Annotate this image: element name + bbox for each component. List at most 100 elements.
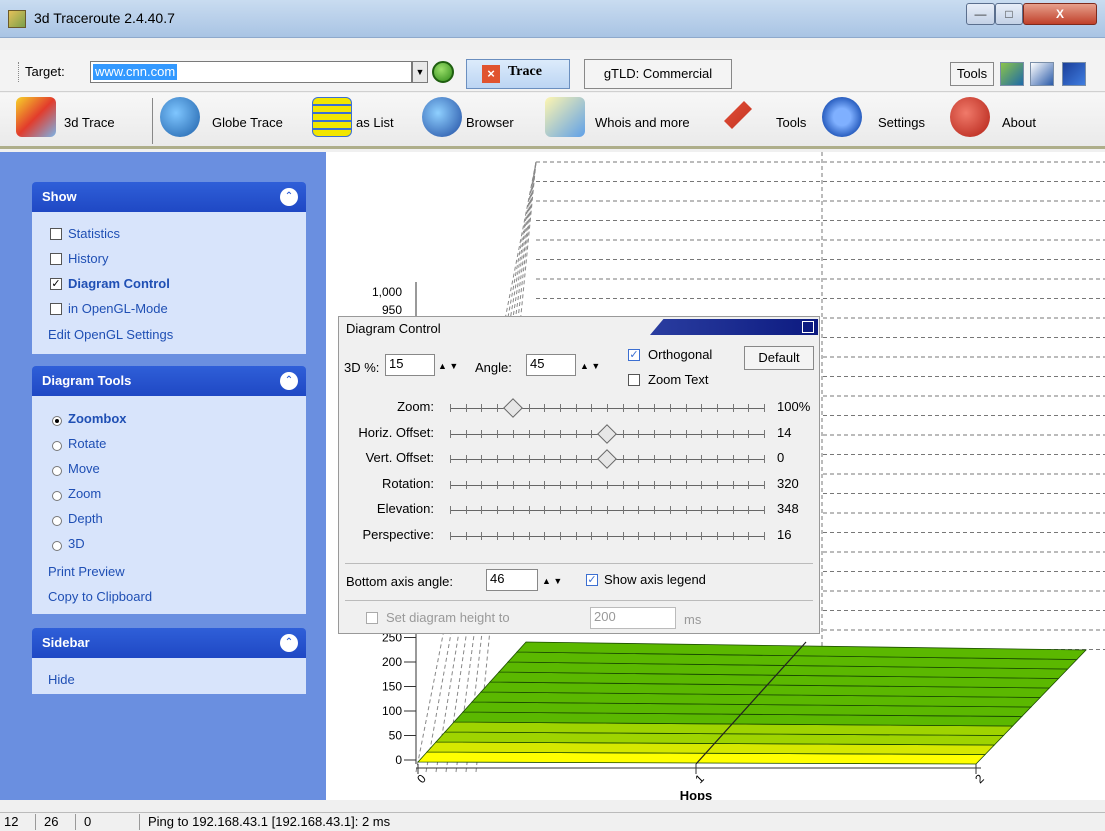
history-label[interactable]: History — [68, 251, 108, 266]
bottom-axis-input[interactable]: 46 — [486, 569, 538, 591]
slider-track[interactable] — [450, 502, 765, 518]
chevron-down-icon[interactable]: ▼ — [412, 61, 428, 83]
depth-radio[interactable] — [52, 516, 62, 526]
collapse-icon[interactable]: ⌃ — [280, 372, 298, 390]
network-icon[interactable] — [1000, 62, 1024, 86]
y-tick-label: 50 — [389, 729, 403, 743]
spinner-arrows-icon[interactable]: ▲ ▼ — [438, 361, 458, 371]
x-tick-label: 1 — [692, 771, 707, 786]
copy-clipboard-link[interactable]: Copy to Clipboard — [48, 589, 152, 604]
depth-label[interactable]: Depth — [68, 511, 103, 526]
close-button[interactable]: X — [1023, 3, 1097, 25]
toolbar-globe-trace[interactable]: Globe Trace — [212, 115, 283, 130]
slider-track[interactable] — [450, 449, 765, 469]
diagram-control-checkbox[interactable]: ✓ — [50, 278, 62, 290]
statistics-checkbox[interactable] — [50, 228, 62, 240]
slider-thumb[interactable] — [597, 449, 617, 469]
slider-value: 320 — [777, 475, 799, 491]
toolbar-grip[interactable] — [18, 62, 20, 82]
zoom-text-label[interactable]: Zoom Text — [648, 372, 708, 387]
go-icon[interactable] — [432, 61, 454, 83]
slider-track[interactable] — [450, 528, 765, 544]
toolbar-whois[interactable]: Whois and more — [595, 115, 690, 130]
3d-radio[interactable] — [52, 541, 62, 551]
trace-button-label: Trace — [508, 64, 542, 79]
list-icon[interactable] — [312, 97, 352, 137]
browser-icon[interactable] — [422, 97, 462, 137]
move-radio[interactable] — [52, 466, 62, 476]
edit-opengl-link[interactable]: Edit OpenGL Settings — [48, 327, 173, 342]
info-icon[interactable] — [950, 97, 990, 137]
show-legend-label[interactable]: Show axis legend — [604, 572, 706, 587]
windows-icon[interactable] — [1030, 62, 1054, 86]
gtld-button[interactable]: gTLD: Commercial — [584, 59, 732, 89]
statistics-label[interactable]: Statistics — [68, 226, 120, 241]
set-height-label: Set diagram height to — [386, 610, 510, 625]
zoom-text-checkbox[interactable] — [628, 374, 640, 386]
3d-pct-input[interactable]: 15 — [385, 354, 435, 376]
collapse-icon[interactable]: ⌃ — [280, 188, 298, 206]
target-input-value[interactable]: www.cnn.com — [93, 64, 178, 80]
toolbar-as-list[interactable]: as List — [356, 115, 394, 130]
hide-sidebar-link[interactable]: Hide — [48, 672, 75, 687]
toolbar-about[interactable]: About — [1002, 115, 1036, 130]
sidebar-panel-header[interactable]: Sidebar ⌃ — [32, 628, 306, 658]
window-title: 3d Traceroute 2.4.40.7 — [34, 10, 175, 26]
toolbar-tools[interactable]: Tools — [776, 115, 806, 130]
orthogonal-checkbox[interactable]: ✓ — [628, 349, 640, 361]
slider-value: 16 — [777, 526, 792, 542]
toolbar-3d-trace[interactable]: 3d Trace — [64, 115, 115, 130]
tile-icon[interactable] — [1062, 62, 1086, 86]
maximize-button[interactable]: □ — [995, 3, 1023, 25]
chart-surface — [417, 641, 1087, 765]
show-legend-checkbox[interactable]: ✓ — [586, 574, 598, 586]
move-label[interactable]: Move — [68, 461, 100, 476]
show-panel-header[interactable]: Show ⌃ — [32, 182, 306, 212]
rotate-label[interactable]: Rotate — [68, 436, 106, 451]
collapse-icon[interactable]: ⌃ — [280, 634, 298, 652]
close-icon[interactable] — [802, 321, 814, 333]
status-cell-2: 26 — [40, 814, 76, 830]
diagram-tools-header[interactable]: Diagram Tools ⌃ — [32, 366, 306, 396]
slider-value: 0 — [777, 450, 785, 465]
rotate-radio[interactable] — [52, 441, 62, 451]
3d-trace-icon[interactable] — [16, 97, 56, 137]
divider — [345, 600, 813, 601]
set-height-checkbox[interactable] — [366, 612, 378, 624]
3d-label[interactable]: 3D — [68, 536, 85, 551]
zoombox-radio[interactable] — [52, 416, 62, 426]
slider-thumb[interactable] — [597, 423, 617, 444]
slider-thumb[interactable] — [502, 398, 523, 418]
default-button[interactable]: Default — [744, 346, 814, 370]
zoom-radio[interactable] — [52, 491, 62, 501]
minimize-button[interactable]: — — [966, 3, 995, 25]
orthogonal-label[interactable]: Orthogonal — [648, 347, 712, 362]
diagram-control-label[interactable]: Diagram Control — [68, 276, 170, 291]
angle-label: Angle: — [475, 360, 512, 375]
diagram-tools-title: Diagram Tools — [42, 373, 132, 388]
whois-icon[interactable] — [545, 97, 585, 137]
tools-small-button[interactable]: Tools — [950, 62, 994, 86]
opengl-checkbox[interactable] — [50, 303, 62, 315]
y-tick-label: 100 — [382, 704, 402, 718]
y-tick-label: 200 — [382, 655, 402, 669]
gear-icon[interactable] — [822, 97, 862, 137]
zoom-label[interactable]: Zoom — [68, 486, 101, 501]
zoombox-label[interactable]: Zoombox — [68, 411, 127, 426]
status-message: Ping to 192.168.43.1 [192.168.43.1]: 2 m… — [148, 814, 391, 829]
spinner-arrows-icon[interactable]: ▲ ▼ — [542, 576, 562, 586]
slider-track[interactable] — [450, 477, 765, 493]
spinner-arrows-icon[interactable]: ▲ ▼ — [580, 361, 600, 371]
toolbar-settings[interactable]: Settings — [878, 115, 925, 130]
height-input[interactable]: 200 — [590, 607, 676, 629]
globe-icon[interactable] — [160, 97, 200, 137]
slider-track[interactable] — [450, 423, 765, 444]
print-preview-link[interactable]: Print Preview — [48, 564, 125, 579]
diagram-control-titlebar[interactable] — [650, 319, 818, 335]
opengl-label[interactable]: in OpenGL-Mode — [68, 301, 168, 316]
angle-input[interactable]: 45 — [526, 354, 576, 376]
slider-track[interactable] — [450, 398, 765, 418]
history-checkbox[interactable] — [50, 253, 62, 265]
diagram-tools-body — [32, 396, 306, 614]
toolbar-browser[interactable]: Browser — [466, 115, 514, 130]
